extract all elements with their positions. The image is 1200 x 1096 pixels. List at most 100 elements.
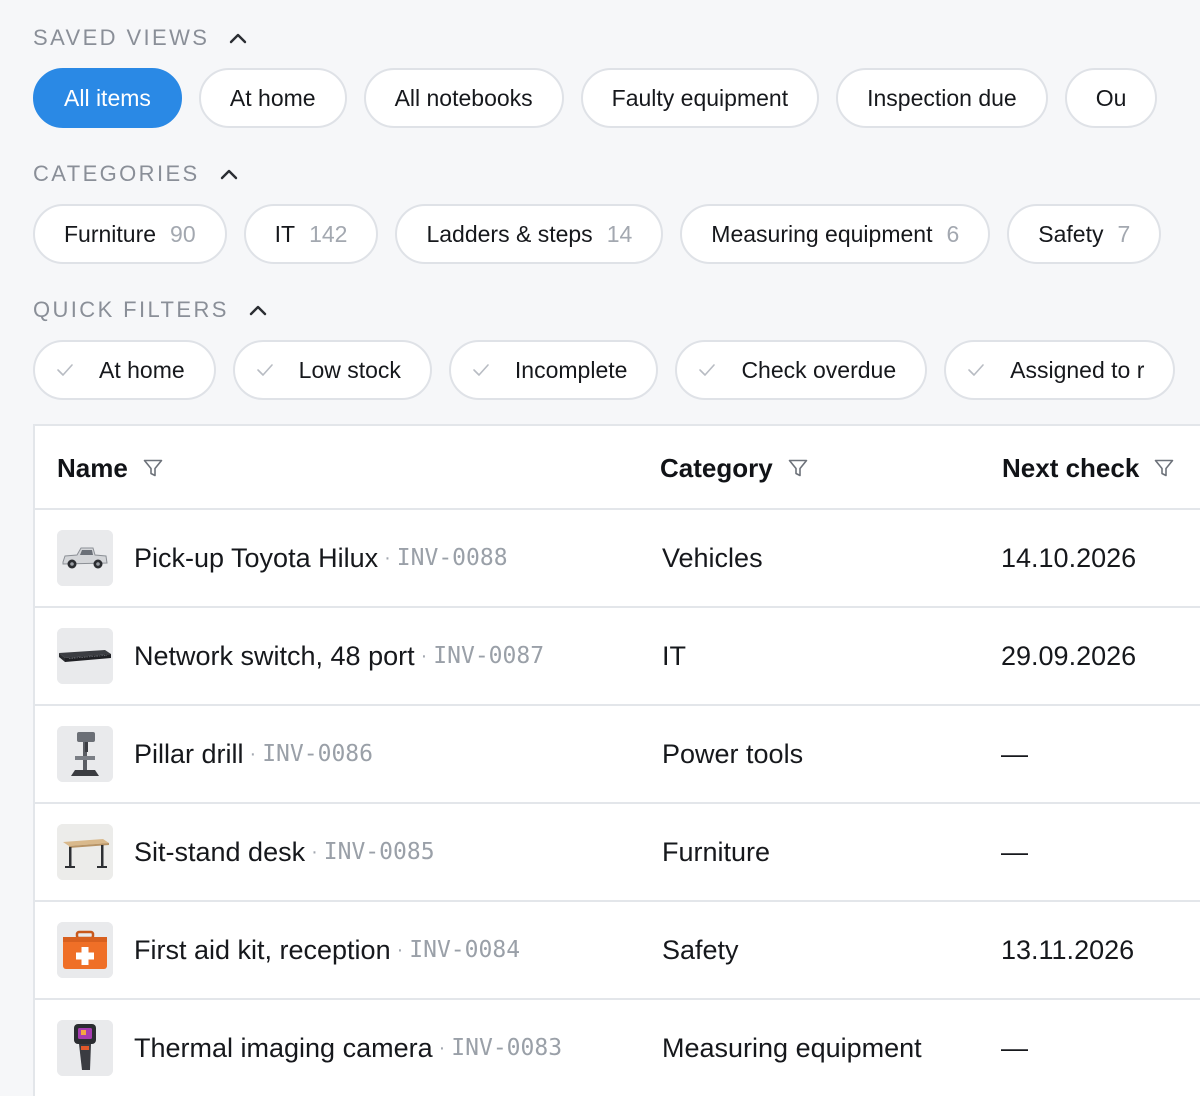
- name-separator: ·: [249, 742, 257, 765]
- category-chip-measuring-equipment[interactable]: Measuring equipment 6: [680, 204, 991, 264]
- item-code: INV-0083: [451, 1035, 563, 1061]
- chevron-up-icon[interactable]: [247, 299, 269, 321]
- table-row[interactable]: Pick-up Toyota Hilux · INV-0088 Vehicles…: [35, 510, 1200, 608]
- table-header: Name Category Next check: [35, 426, 1200, 510]
- item-category: Vehicles: [662, 542, 763, 573]
- item-next-check: —: [1001, 836, 1028, 867]
- filter-icon[interactable]: [1153, 457, 1175, 479]
- category-chip-label: Ladders & steps: [426, 220, 593, 247]
- column-header-name[interactable]: Name: [57, 426, 164, 510]
- category-chip-label: Furniture: [64, 220, 157, 247]
- item-name-cell: Network switch, 48 port · INV-0087: [134, 608, 544, 704]
- column-header-label: Name: [57, 452, 128, 483]
- item-next-check: 13.11.2026: [1001, 934, 1135, 965]
- category-chip-count: 90: [170, 220, 196, 247]
- inventory-page: SAVED VIEWS All items At home All notebo…: [0, 0, 1200, 1096]
- quick-filters-title: QUICK FILTERS: [33, 297, 229, 322]
- filter-icon[interactable]: [787, 457, 809, 479]
- filter-icon[interactable]: [142, 457, 164, 479]
- chevron-up-icon[interactable]: [227, 27, 249, 49]
- quick-filters-row: At home Low stock Incomplete Check overd…: [33, 340, 1200, 400]
- category-chip-furniture[interactable]: Furniture 90: [33, 204, 227, 264]
- chevron-up-icon[interactable]: [218, 163, 240, 185]
- saved-view-chip-all-items[interactable]: All items: [33, 68, 182, 128]
- item-name: Sit-stand desk: [134, 836, 306, 867]
- saved-view-chip-truncated[interactable]: Ou: [1064, 68, 1158, 128]
- saved-view-chip-inspection-due[interactable]: Inspection due: [836, 68, 1048, 128]
- quick-filter-label: Check overdue: [741, 356, 897, 383]
- thermal-camera-icon: [57, 1020, 113, 1076]
- item-name-cell: Pick-up Toyota Hilux · INV-0088: [134, 510, 508, 606]
- quick-filter-label: Incomplete: [514, 356, 628, 383]
- item-code: INV-0084: [409, 937, 521, 963]
- saved-views-heading: SAVED VIEWS: [33, 24, 249, 52]
- quick-filter-label: At home: [99, 356, 185, 383]
- item-category: Power tools: [662, 738, 804, 769]
- item-name: Pillar drill: [134, 738, 244, 769]
- item-name-cell: Sit-stand desk · INV-0085: [134, 804, 435, 900]
- first-aid-kit-icon: [57, 922, 113, 978]
- check-icon: [966, 360, 986, 380]
- quick-filter-label: Low stock: [298, 356, 401, 383]
- name-separator: ·: [420, 644, 428, 667]
- quick-filter-chip-check-overdue[interactable]: Check overdue: [675, 340, 928, 400]
- category-chip-count: 14: [606, 220, 633, 247]
- item-name: First aid kit, reception: [134, 934, 391, 965]
- item-name: Network switch, 48 port: [134, 640, 415, 671]
- category-chip-label: Measuring equipment: [711, 220, 933, 247]
- item-category: IT: [662, 640, 686, 671]
- category-chip-count: 6: [946, 220, 960, 247]
- quick-filters-heading: QUICK FILTERS: [33, 296, 269, 324]
- category-chip-label: IT: [274, 220, 296, 247]
- item-category: Measuring equipment: [662, 1032, 922, 1063]
- pickup-truck-icon: [57, 530, 113, 586]
- quick-filter-chip-incomplete[interactable]: Incomplete: [448, 340, 659, 400]
- item-name-cell: Pillar drill · INV-0086: [134, 706, 373, 802]
- check-icon: [255, 360, 275, 380]
- item-next-check: —: [1001, 738, 1028, 769]
- check-icon: [55, 360, 75, 380]
- network-switch-icon: [57, 628, 113, 684]
- item-name-cell: Thermal imaging camera · INV-0083: [134, 1000, 562, 1096]
- table-row[interactable]: Pillar drill · INV-0086 Power tools —: [35, 706, 1200, 804]
- category-chip-count: 7: [1117, 220, 1131, 247]
- table-row[interactable]: Network switch, 48 port · INV-0087 IT 29…: [35, 608, 1200, 706]
- saved-view-chip-all-notebooks[interactable]: All notebooks: [363, 68, 564, 128]
- category-chip-count: 142: [309, 220, 348, 247]
- item-category: Safety: [662, 934, 739, 965]
- table-row[interactable]: Thermal imaging camera · INV-0083 Measur…: [35, 1000, 1200, 1096]
- column-header-label: Category: [660, 452, 773, 483]
- name-separator: ·: [311, 840, 318, 863]
- categories-heading: CATEGORIES: [33, 160, 240, 188]
- item-next-check: 29.09.2026: [1001, 640, 1137, 671]
- category-chip-ladders-steps[interactable]: Ladders & steps 14: [395, 204, 664, 264]
- desk-icon: [57, 824, 113, 880]
- saved-views-title: SAVED VIEWS: [33, 25, 210, 50]
- category-chip-safety[interactable]: Safety 7: [1007, 204, 1162, 264]
- quick-filter-label: Assigned to r: [1010, 356, 1145, 383]
- item-code: INV-0085: [323, 839, 435, 865]
- name-separator: ·: [396, 938, 404, 961]
- table-row[interactable]: Sit-stand desk · INV-0085 Furniture —: [35, 804, 1200, 902]
- check-icon: [471, 360, 491, 380]
- quick-filter-chip-low-stock[interactable]: Low stock: [232, 340, 432, 400]
- column-header-category[interactable]: Category: [660, 426, 809, 510]
- item-code: INV-0086: [262, 741, 373, 767]
- saved-view-chip-faulty-equipment[interactable]: Faulty equipment: [580, 68, 820, 128]
- category-chip-it[interactable]: IT 142: [243, 204, 379, 264]
- table-row[interactable]: First aid kit, reception · INV-0084 Safe…: [35, 902, 1200, 1000]
- item-name: Thermal imaging camera: [134, 1032, 433, 1063]
- item-code: INV-0087: [433, 643, 545, 669]
- column-header-next-check[interactable]: Next check: [1002, 426, 1175, 510]
- saved-view-chip-at-home[interactable]: At home: [198, 68, 347, 128]
- check-icon: [697, 360, 717, 380]
- quick-filter-chip-at-home[interactable]: At home: [33, 340, 216, 400]
- quick-filter-chip-assigned-to[interactable]: Assigned to r: [944, 340, 1176, 400]
- item-name: Pick-up Toyota Hilux: [134, 542, 379, 573]
- pillar-drill-icon: [57, 726, 113, 782]
- category-chip-label: Safety: [1038, 220, 1104, 247]
- name-separator: ·: [384, 546, 391, 569]
- name-separator: ·: [438, 1036, 446, 1059]
- saved-views-row: All items At home All notebooks Faulty e…: [33, 68, 1200, 128]
- categories-row: Furniture 90 IT 142 Ladders & steps 14 M…: [33, 204, 1200, 264]
